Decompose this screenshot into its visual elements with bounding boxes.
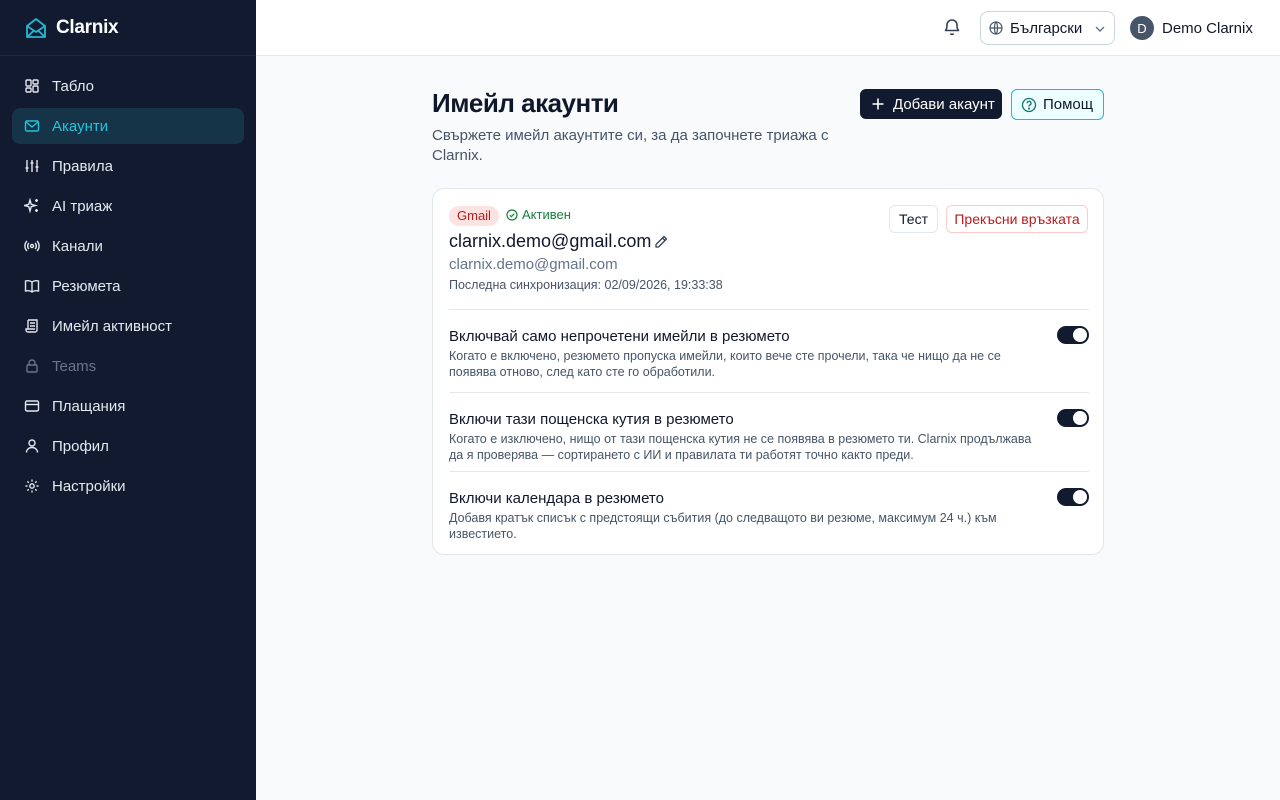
sidebar-item-billing[interactable]: Плащания [12,388,244,424]
app-name: Clarnix [56,16,119,38]
page-title: Имейл акаунти [432,88,619,118]
include-mailbox-toggle[interactable] [1057,409,1089,427]
last-sync: Последна синхронизация: 02/09/2026, 19:3… [449,278,723,292]
help-button[interactable]: Помощ [1011,89,1104,120]
sidebar-item-label: Плащания [52,397,126,415]
sidebar-nav: Табло Акаунти Правила AI триаж Канали Ре… [0,56,256,520]
chevron-down-icon [1095,26,1105,32]
add-account-label: Добави акаунт [893,95,995,113]
sidebar-item-label: Акаунти [52,117,109,135]
globe-icon [989,21,1003,35]
test-button[interactable]: Тест [889,205,938,233]
status-badge: Активен [506,207,571,222]
status-label: Активен [522,207,571,222]
gear-icon [24,478,40,494]
toggle-knob [1073,328,1087,342]
page-subtitle: Свържете имейл акаунтите си, за да започ… [432,127,829,164]
sliders-icon [24,158,40,174]
user-icon [24,438,40,454]
setting-include-calendar: Включи календара в резюмето Добавя кратъ… [449,471,1089,551]
brand[interactable]: Clarnix [0,0,256,56]
setting-description: Добавя кратък списък с предстоящи събити… [449,511,997,541]
sidebar-item-digests[interactable]: Резюмета [12,268,244,304]
sidebar-item-email-activity[interactable]: Имейл активност [12,308,244,344]
sidebar-item-label: Имейл активност [52,317,173,335]
unread-only-toggle[interactable] [1057,326,1089,344]
language-value: Български [1010,19,1083,37]
user-name: Demo Clarnix [1162,19,1253,37]
sparkles-icon [24,198,40,214]
sidebar-item-teams: Teams [12,348,244,384]
account-card: Gmail Активен Тест Прекъсни връзката cla… [432,188,1104,555]
mail-icon [24,118,40,134]
check-circle-icon [506,208,518,221]
sidebar-item-settings[interactable]: Настройки [12,468,244,504]
sidebar-item-label: Профил [52,437,109,455]
setting-description: Когато е включено, резюмето пропуска име… [449,349,1001,379]
setting-description: Когато е изключено, нищо от тази пощенск… [449,432,1032,462]
add-account-button[interactable]: Добави акаунт [860,89,1002,119]
setting-title: Включи календара в резюмето [449,490,664,507]
account-display-name: clarnix.demo@gmail.com [449,231,652,251]
sidebar-item-accounts[interactable]: Акаунти [12,108,244,144]
user-menu[interactable]: D Demo Clarnix [1130,16,1253,40]
sidebar-item-channels[interactable]: Канали [12,228,244,264]
dashboard-icon [24,78,40,94]
account-address: clarnix.demo@gmail.com [449,256,618,273]
plus-icon [872,98,884,110]
sidebar-item-label: Настройки [52,477,126,495]
sidebar-item-label: Канали [52,237,103,255]
scroll-icon [24,318,40,334]
disconnect-button[interactable]: Прекъсни връзката [946,205,1088,233]
topbar: Български D Demo Clarnix [256,0,1280,56]
bell-icon[interactable] [942,17,962,37]
sidebar: Clarnix Табло Акаунти Правила AI триаж К… [0,0,256,800]
help-label: Помощ [1043,96,1094,113]
language-select[interactable]: Български [980,11,1115,45]
help-circle-icon [1021,97,1037,112]
sidebar-item-label: Табло [52,77,95,95]
toggle-knob [1073,490,1087,504]
sidebar-item-dashboard[interactable]: Табло [12,68,244,104]
include-calendar-toggle[interactable] [1057,488,1089,506]
provider-badge: Gmail [449,206,499,226]
avatar: D [1130,16,1154,40]
logo-icon [26,17,46,38]
sidebar-item-rules[interactable]: Правила [12,148,244,184]
sidebar-item-label: Teams [52,357,97,375]
pencil-icon[interactable] [653,234,669,250]
setting-title: Включи тази пощенска кутия в резюмето [449,411,734,428]
sidebar-item-label: Правила [52,157,113,175]
lock-icon [24,358,40,374]
setting-unread-only: Включвай само непрочетени имейли в резюм… [449,309,1089,392]
sidebar-item-profile[interactable]: Профил [12,428,244,464]
book-icon [24,278,40,294]
radio-icon [24,238,40,254]
setting-title: Включвай само непрочетени имейли в резюм… [449,328,790,345]
toggle-knob [1073,411,1087,425]
sidebar-item-label: Резюмета [52,277,121,295]
setting-include-mailbox: Включи тази пощенска кутия в резюмето Ко… [449,392,1089,471]
credit-card-icon [24,398,40,414]
sidebar-item-label: AI триаж [52,197,113,215]
sidebar-item-ai-triage[interactable]: AI триаж [12,188,244,224]
